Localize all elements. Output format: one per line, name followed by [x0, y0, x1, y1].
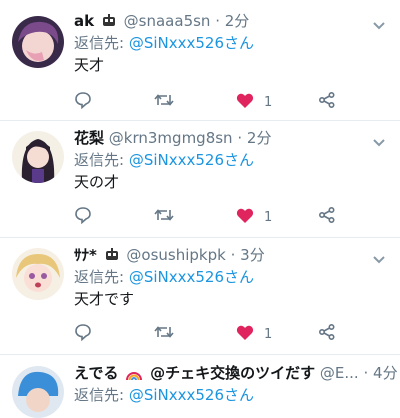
- display-name[interactable]: ｻﾅ*: [74, 246, 97, 264]
- avatar-image: [12, 131, 64, 183]
- retweet-button[interactable]: [154, 324, 174, 344]
- heart-icon: [236, 92, 254, 113]
- action-bar: 1: [74, 206, 394, 228]
- share-icon: [318, 323, 336, 345]
- reply-context: 返信先: @SiNxxx526さん: [74, 149, 254, 171]
- retweet-icon: [154, 206, 174, 228]
- avatar-image: [12, 16, 64, 68]
- display-name[interactable]: えでる: [74, 364, 119, 382]
- user-handle[interactable]: @krn3mgmg8sn: [109, 129, 233, 147]
- tweet-text: 天才です: [74, 290, 135, 308]
- robot-icon: [104, 246, 120, 268]
- user-handle[interactable]: @osushipkpk: [126, 246, 225, 264]
- like-count: 1: [264, 209, 273, 225]
- display-name-suffix[interactable]: @チェキ交換のツイだす: [150, 364, 315, 382]
- reply-button[interactable]: [74, 92, 92, 112]
- like-count: 1: [264, 94, 273, 110]
- like-button[interactable]: 1: [236, 207, 272, 227]
- rainbow-icon: [125, 364, 143, 386]
- robot-icon: [101, 12, 117, 34]
- avatar[interactable]: [12, 366, 64, 418]
- like-count: 1: [264, 326, 273, 342]
- reply-handle-link[interactable]: @SiNxxx526さん: [129, 268, 254, 286]
- chevron-down-icon[interactable]: [372, 133, 386, 152]
- reply-context: 返信先: @SiNxxx526さん: [74, 32, 254, 54]
- retweet-button[interactable]: [154, 92, 174, 112]
- reply-button[interactable]: [74, 207, 92, 227]
- heart-icon: [236, 324, 254, 345]
- reply-context: 返信先: @SiNxxx526さん: [74, 266, 254, 288]
- display-name[interactable]: 花梨: [74, 129, 104, 147]
- display-name[interactable]: ak: [74, 12, 94, 30]
- action-bar: 1: [74, 91, 394, 113]
- retweet-icon: [154, 91, 174, 113]
- retweet-button[interactable]: [154, 207, 174, 227]
- reply-icon: [74, 323, 92, 345]
- share-button[interactable]: [318, 206, 336, 228]
- action-bar: 1: [74, 323, 394, 345]
- reply-label: 返信先:: [74, 34, 125, 52]
- timestamp[interactable]: 3分: [240, 246, 265, 264]
- avatar-image: [12, 366, 64, 418]
- reply-context: 返信先: @SiNxxx526さん: [74, 384, 254, 406]
- heart-icon: [236, 207, 254, 228]
- divider: [0, 237, 400, 238]
- divider: [0, 354, 400, 355]
- timestamp[interactable]: 2分: [225, 12, 250, 30]
- user-handle[interactable]: @E...: [320, 364, 359, 382]
- chevron-down-icon[interactable]: [372, 16, 386, 35]
- reply-icon: [74, 206, 92, 228]
- like-button[interactable]: 1: [236, 92, 272, 112]
- timestamp[interactable]: 2分: [247, 129, 272, 147]
- avatar[interactable]: [12, 248, 64, 300]
- divider: [0, 120, 400, 121]
- reply-label: 返信先:: [74, 268, 125, 286]
- avatar[interactable]: [12, 16, 64, 68]
- avatar[interactable]: [12, 131, 64, 183]
- reply-icon: [74, 91, 92, 113]
- avatar-image: [12, 248, 64, 300]
- user-handle[interactable]: @snaaa5sn: [124, 12, 211, 30]
- chevron-down-icon[interactable]: [372, 250, 386, 269]
- timestamp[interactable]: 4分: [373, 364, 398, 382]
- reply-handle-link[interactable]: @SiNxxx526さん: [129, 386, 254, 404]
- tweet-text: 天才: [74, 56, 105, 74]
- reply-handle-link[interactable]: @SiNxxx526さん: [129, 151, 254, 169]
- reply-label: 返信先:: [74, 386, 125, 404]
- retweet-icon: [154, 323, 174, 345]
- reply-handle-link[interactable]: @SiNxxx526さん: [129, 34, 254, 52]
- share-icon: [318, 91, 336, 113]
- like-button[interactable]: 1: [236, 324, 272, 344]
- tweet-text: 天の才: [74, 173, 120, 191]
- reply-button[interactable]: [74, 324, 92, 344]
- reply-label: 返信先:: [74, 151, 125, 169]
- share-button[interactable]: [318, 91, 336, 113]
- share-button[interactable]: [318, 323, 336, 345]
- share-icon: [318, 206, 336, 228]
